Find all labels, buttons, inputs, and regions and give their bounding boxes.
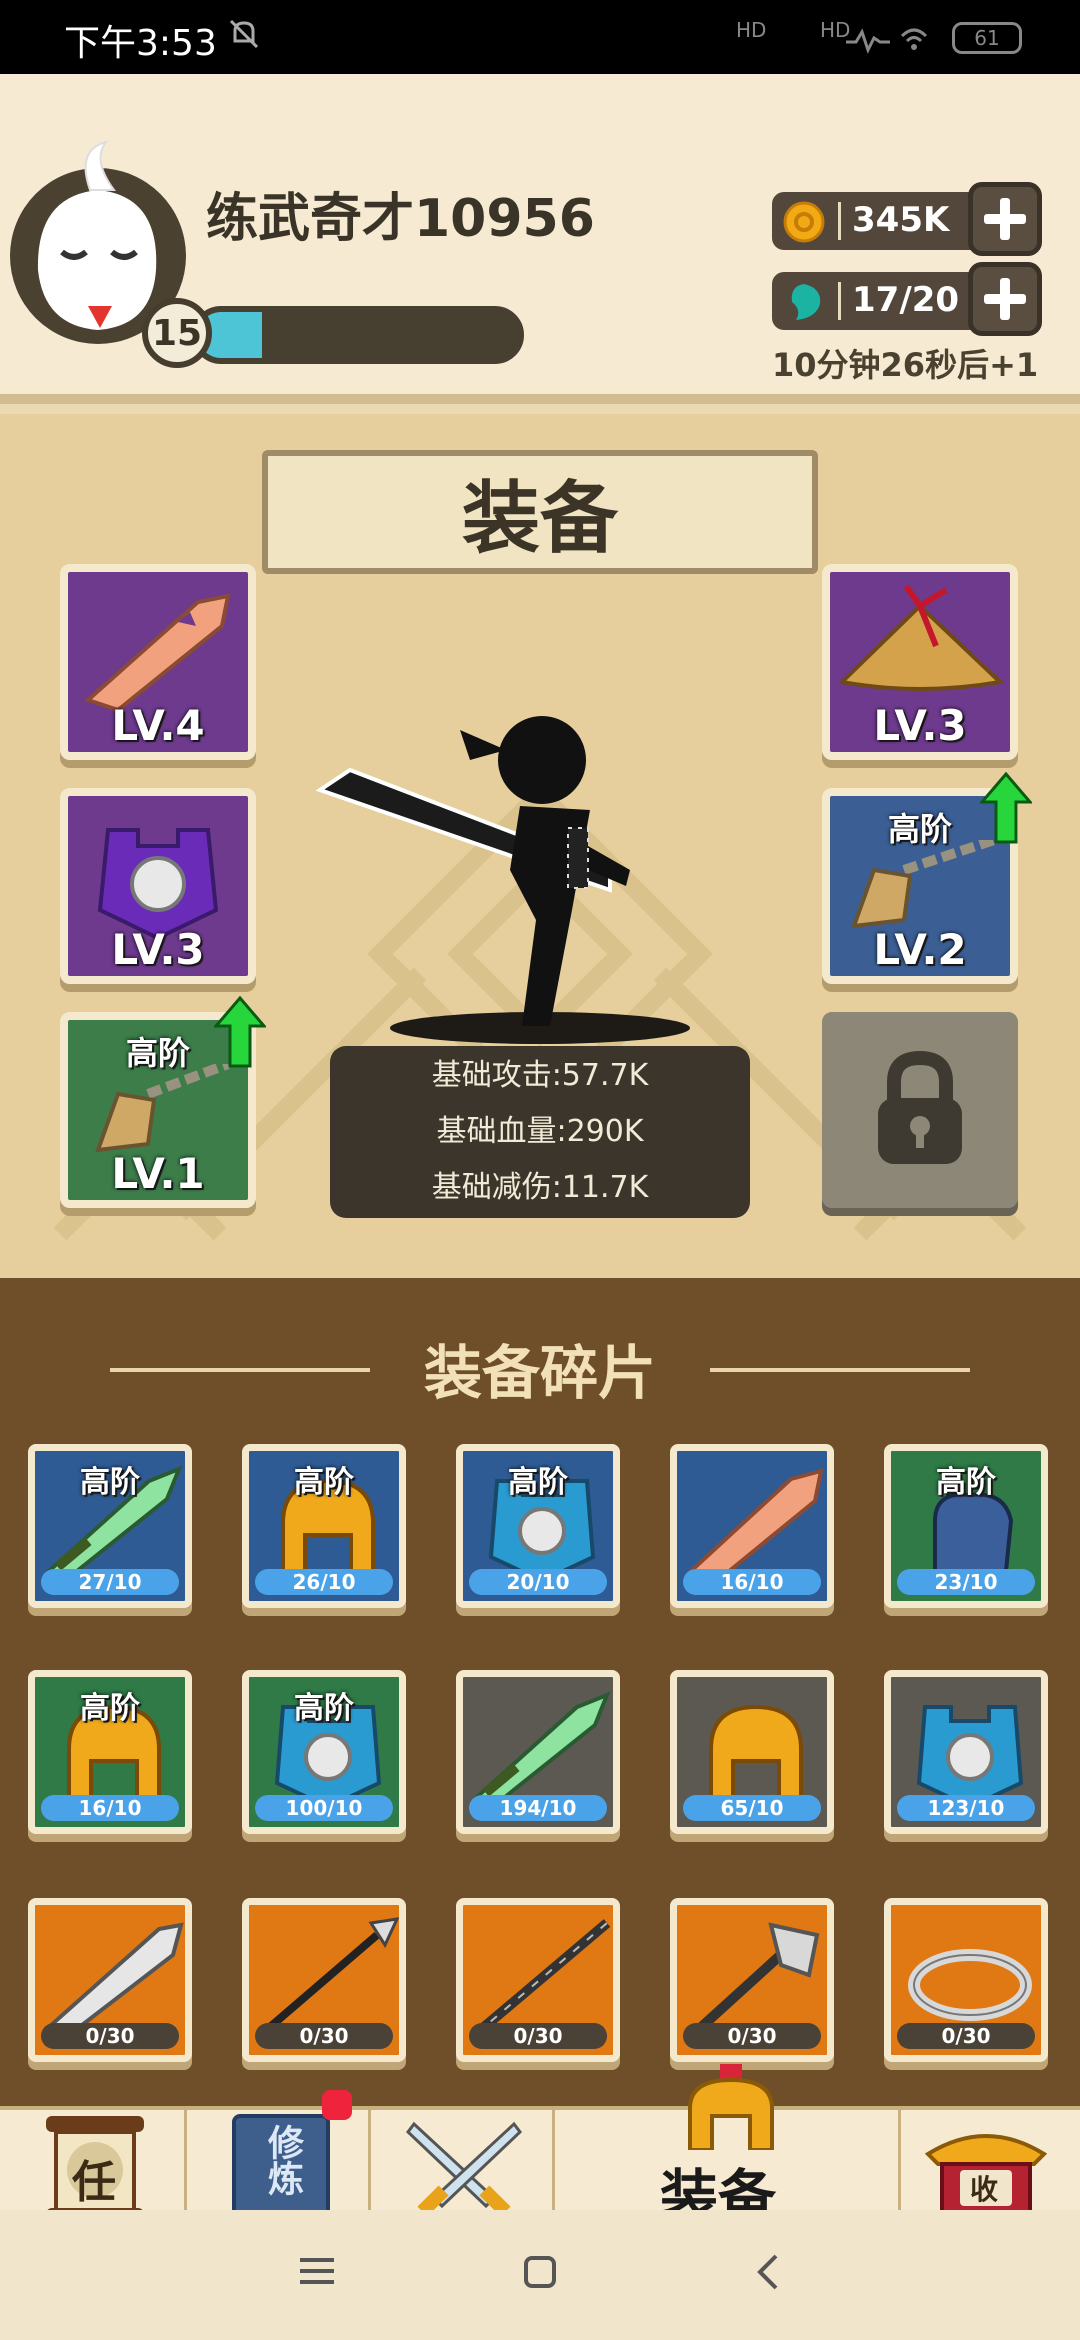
coin-value: 345K [852,200,950,240]
tier-label: 高阶 [80,1465,140,1500]
helmet-icon [676,2064,786,2152]
fragment-card[interactable]: 高阶 16/10 [28,1670,192,1834]
tab-task-label: 任 [72,2157,116,2208]
fragment-card[interactable]: 0/30 [28,1898,192,2062]
fragment-count: 27/10 [41,1569,179,1595]
blade-icon [84,593,231,712]
equip-slot-level: LV.1 [111,1149,205,1198]
fragment-card[interactable]: 0/30 [670,1898,834,2062]
back-icon[interactable] [756,2254,780,2294]
staff-icon [467,1915,613,2039]
fragment-count: 20/10 [469,1569,607,1595]
fragment-card[interactable]: 高阶 100/10 [242,1670,406,1834]
axe-icon [681,1915,827,2039]
divider [184,2110,187,2210]
equip-slot-hat[interactable]: LV.3 [822,564,1018,760]
lock-icon [878,1050,962,1164]
fragment-count: 0/30 [683,2023,821,2049]
equip-slot-weapon[interactable]: LV.4 [60,564,256,760]
broadsword-icon [39,1915,185,2039]
player-name: 练武奇才10956 [206,189,595,249]
battery-indicator: 61 [952,22,1022,54]
equip-slot-armor[interactable]: LV.3 [60,788,256,984]
energy-value: 17/20 [852,280,960,320]
tier-label: 高阶 [936,1465,996,1500]
fragment-count: 0/30 [897,2023,1035,2049]
energy-gem-icon [782,280,826,324]
armor-icon [895,1687,1041,1811]
ring-icon [895,1915,1041,2039]
fragments-title: 装备碎片 [423,1339,656,1407]
straw-hat-icon [837,586,1005,691]
sword-icon [467,1687,613,1811]
spear-icon [253,1915,399,2039]
equipment-title: 装备 [262,450,818,574]
home-icon[interactable] [524,2256,556,2292]
fragment-card[interactable]: 194/10 [456,1670,620,1834]
fragment-card[interactable]: 0/30 [242,1898,406,2062]
tab-train-label: 修炼 [262,2124,303,2196]
energy-timer: 10分钟26秒后+1 [772,346,1039,384]
fragment-count: 0/30 [41,2023,179,2049]
fragment-count: 65/10 [683,1795,821,1821]
add-energy-button[interactable] [968,262,1042,336]
equip-slot-locked[interactable] [822,1012,1018,1208]
fragment-card[interactable]: 高阶 27/10 [28,1444,192,1608]
divider [552,2110,555,2210]
hd-label: HD [736,18,767,42]
equip-slot-level: LV.2 [873,925,967,974]
fragment-card[interactable]: 65/10 [670,1670,834,1834]
equip-slot-level: LV.4 [111,701,205,750]
notification-dot [322,2090,352,2120]
mute-icon [226,16,262,52]
fragment-card[interactable]: 0/30 [456,1898,620,2062]
fragment-count: 16/10 [683,1569,821,1595]
equipment-title-text: 装备 [461,474,618,564]
blade-icon [681,1461,827,1585]
xp-bar [192,306,524,364]
menu-icon[interactable] [300,2256,334,2290]
fragment-card[interactable]: 123/10 [884,1670,1048,1834]
fragment-card[interactable]: 高阶 23/10 [884,1444,1048,1608]
upgrade-arrow-icon [212,995,268,1068]
fragment-count: 0/30 [469,2023,607,2049]
fragment-card[interactable]: 0/30 [884,1898,1048,2062]
fragment-count: 100/10 [255,1795,393,1821]
character-figure [310,710,750,1050]
fragment-count: 26/10 [255,1569,393,1595]
fragment-count: 194/10 [469,1795,607,1821]
fragment-count: 16/10 [41,1795,179,1821]
status-time: 下午3:53 [64,23,217,64]
equip-slot-level: LV.3 [873,701,967,750]
add-coins-button[interactable] [968,182,1042,256]
fragment-card[interactable]: 16/10 [670,1444,834,1608]
status-bar: 下午3:53 HD HD 61 [0,0,1080,74]
tier-label: 高阶 [294,1465,354,1500]
fragment-card[interactable]: 高阶 26/10 [242,1444,406,1608]
stats-panel: 基础攻击:57.7K 基础血量:290K 基础减伤:11.7K [330,1046,750,1218]
helmet-icon [681,1687,827,1811]
equip-slot-level: LV.3 [111,925,205,974]
tier-label: 高阶 [294,1691,354,1726]
coin-icon [782,200,826,244]
divider [898,2110,901,2210]
tab-collect-label: 收 [970,2173,999,2206]
bottom-nav [0,2106,1080,2210]
tier-label: 高阶 [80,1691,140,1726]
divider [368,2110,371,2210]
fragment-count: 123/10 [897,1795,1035,1821]
tier-label: 高阶 [508,1465,568,1500]
player-level-badge: 15 [142,298,212,368]
stat-health: 基础血量:290K [436,1114,644,1149]
fragment-card[interactable]: 高阶 20/10 [456,1444,620,1608]
stat-defense: 基础减伤:11.7K [431,1170,649,1205]
fragment-count: 23/10 [897,1569,1035,1595]
fragment-count: 0/30 [255,2023,393,2049]
signal-icon [846,24,936,58]
upgrade-arrow-icon [978,771,1034,844]
stat-attack: 基础攻击:57.7K [431,1058,649,1093]
